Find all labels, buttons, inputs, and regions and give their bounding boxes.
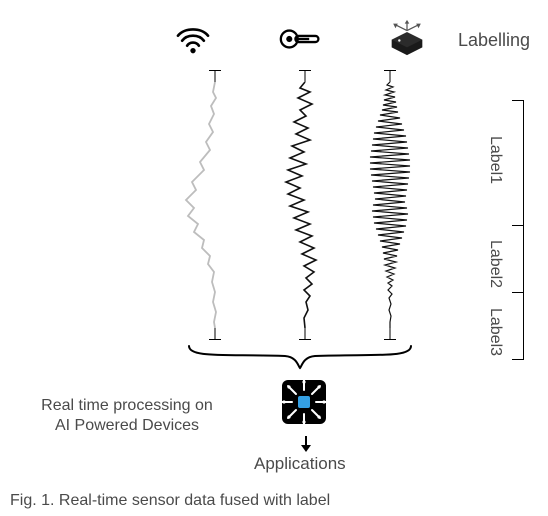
axis-label-2: Label2: [486, 240, 504, 288]
axis-label-1: Label1: [486, 136, 504, 184]
figure-canvas: Labelling: [0, 0, 548, 516]
label-axis: Label1 Label2 Label3: [434, 100, 524, 360]
imu-icon: [384, 16, 430, 62]
realtime-processing-text: Real time processing on AI Powered Devic…: [12, 396, 242, 436]
figure-caption: Fig. 1. Real-time sensor data fused with…: [10, 492, 330, 510]
waveform-wifi: [180, 70, 250, 340]
waveform-panel: [180, 70, 420, 340]
brace-icon: [185, 344, 415, 370]
thermometer-icon: [277, 16, 323, 62]
down-arrow-icon: [299, 436, 313, 452]
waveform-imu: [355, 70, 425, 340]
applications-text: Applications: [254, 454, 346, 474]
wifi-icon: [170, 16, 216, 62]
ai-chip-icon: [276, 374, 332, 430]
sensor-icon-row: [170, 16, 430, 62]
realtime-line2: AI Powered Devices: [55, 417, 199, 434]
waveform-thermometer: [270, 70, 340, 340]
labelling-heading: Labelling: [458, 30, 530, 51]
axis-label-3: Label3: [486, 308, 504, 356]
realtime-line1: Real time processing on: [41, 397, 213, 414]
